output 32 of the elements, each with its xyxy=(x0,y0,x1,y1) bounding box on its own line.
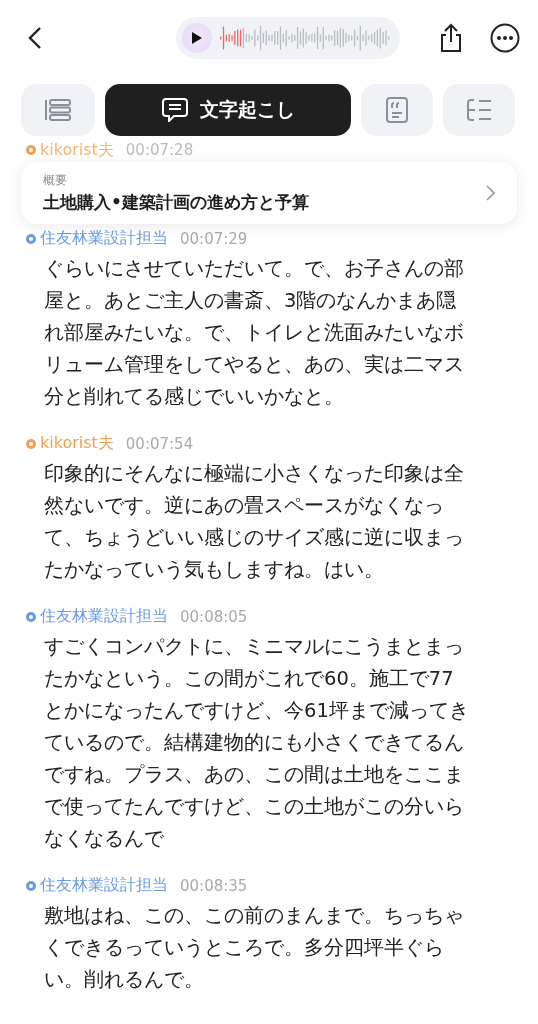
back-icon xyxy=(28,26,42,50)
view-tab[interactable]: 文字起こし xyxy=(105,84,351,136)
list-icon xyxy=(44,99,72,121)
summary-title: 土地購入•建築計画の進め方と予算 xyxy=(43,191,310,214)
view-tab[interactable] xyxy=(443,84,515,136)
view-tab[interactable] xyxy=(21,84,95,136)
chat-icon xyxy=(161,98,188,122)
transcript-text: すごくコンパクトに、ミニマルにこうまとまったかなという。この間がこれで60。施工で77とかになったんですけど、今61坪まで減ってきているので。結構建物的にも小さくできてるんですね。プラス、あの、この間は土地をここまで使ってたんですけど、この土地がこの分いらなくなるんで xyxy=(44,634,470,852)
chevron-right-icon xyxy=(486,185,495,201)
speaker-name: kikorist夫 xyxy=(40,433,114,454)
speaker-name: 住友林業設計担当 xyxy=(40,606,168,627)
more-button[interactable] xyxy=(490,23,520,53)
timestamp: 00:07:28 xyxy=(125,141,194,159)
timestamp: 00:07:54 xyxy=(125,434,194,453)
timestamp: 00:07:29 xyxy=(180,229,248,248)
transcript-text: ぐらいにさせていただいて。で、お子さんの部屋と。あとご主人の書斎、3階のなんかまあ隠れ部屋みたいな。で、トイレと洗面みたいなボリューム管理をしてやると、あの、実は二マス分と削れてる感じでいいかなと。 xyxy=(44,256,465,410)
view-tab[interactable] xyxy=(361,84,433,136)
transcript-text: 印象的にそんなに極端に小さくなった印象は全然ないです。逆にあの畳スペースがなくなって、ちょうどいい感じのサイズ感に逆に収まったかなっていう気もしますね。はい。 xyxy=(44,461,465,583)
speaker-name: kikorist夫 xyxy=(40,139,114,161)
timestamp: 00:08:05 xyxy=(180,607,248,626)
more-icon xyxy=(490,23,520,53)
speaker-name: 住友林業設計担当 xyxy=(40,228,168,249)
quote-document-icon xyxy=(386,97,408,123)
play-button[interactable] xyxy=(182,23,212,53)
play-icon xyxy=(192,32,202,44)
summary-label: 概要 xyxy=(43,172,68,189)
summary-card[interactable]: 概要 土地購入•建築計画の進め方と予算 xyxy=(21,162,517,224)
outline-icon xyxy=(466,99,492,121)
share-icon xyxy=(439,23,463,53)
timestamp: 00:08:35 xyxy=(180,876,248,895)
transcript-text: 敷地はね、この、この前のまんまで。ちっちゃくできるっていうところで。多分四坪半ぐらい。削れるんで。 xyxy=(44,903,465,993)
speaker-name: 住友林業設計担当 xyxy=(40,875,168,896)
